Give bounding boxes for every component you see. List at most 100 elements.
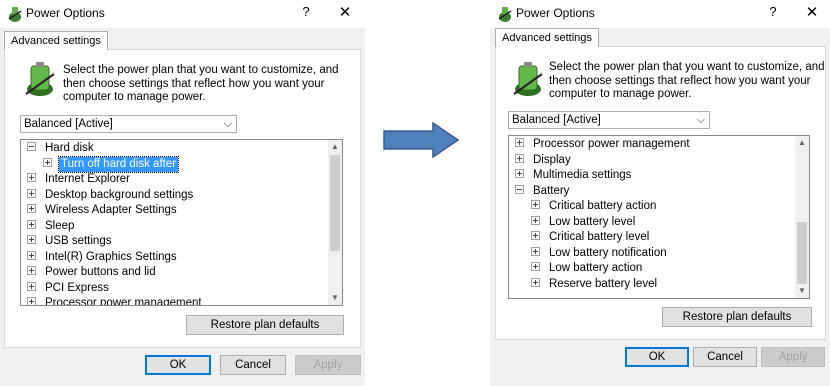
tree-item[interactable]: PCI Express [27, 281, 111, 296]
expand-plus-icon[interactable] [27, 297, 36, 305]
plan-description: Select the power plan that you want to c… [63, 64, 339, 103]
expand-plus-icon[interactable] [515, 169, 524, 179]
close-button[interactable]: ✕ [801, 3, 823, 23]
tree-item-label: Sleep [45, 219, 75, 232]
scroll-up-icon[interactable]: ▲ [328, 140, 342, 154]
expand-plus-icon[interactable] [531, 277, 540, 287]
expand-plus-icon[interactable] [27, 250, 36, 260]
power-plan-battery-icon [513, 62, 543, 96]
tree-item-label: Low battery notification [549, 246, 667, 259]
plan-description: Select the power plan that you want to c… [549, 61, 825, 100]
tree-item[interactable]: Intel(R) Graphics Settings [27, 250, 179, 265]
tree-item[interactable]: Low battery action [531, 261, 644, 276]
expand-plus-icon[interactable] [27, 173, 36, 183]
expand-plus-icon[interactable] [531, 200, 540, 210]
tree-item-label: Critical battery action [549, 200, 657, 212]
power-plan-select[interactable]: Balanced [Active] ⌵ [20, 115, 237, 133]
tree-item-label: Hard disk [45, 142, 94, 154]
tree-item[interactable]: Turn off hard disk after [43, 155, 180, 173]
tab-advanced-settings[interactable]: Advanced settings [4, 31, 108, 50]
power-options-dialog-after: Power Options ? ✕ Advanced settings Sele… [490, 0, 830, 386]
tree-item[interactable]: Sleep [27, 219, 76, 234]
expand-plus-icon[interactable] [27, 281, 36, 291]
tree-item[interactable]: Processor power management [515, 137, 692, 152]
tree-item-label: Low battery action [549, 262, 643, 274]
tree-item[interactable]: Power buttons and lid [27, 265, 158, 280]
tree-item-label: USB settings [45, 235, 112, 247]
scrollbar-thumb[interactable] [330, 155, 340, 251]
power-plan-select-value: Balanced [Active] [24, 118, 113, 130]
tree-item[interactable]: Display [515, 153, 573, 168]
tree-item[interactable]: Critical battery action [531, 199, 658, 214]
tree-item-label: Reserve battery level [549, 277, 658, 290]
scroll-down-icon[interactable]: ▼ [795, 284, 809, 298]
tree-item[interactable]: Desktop background settings [27, 188, 195, 203]
ok-button[interactable]: OK [145, 355, 211, 375]
power-options-dialog-before: Power Options ? ✕ Advanced settings Sele… [0, 0, 365, 386]
power-plan-select[interactable]: Balanced [Active] ⌵ [508, 111, 710, 129]
power-options-icon [8, 7, 22, 22]
help-button[interactable]: ? [297, 4, 315, 22]
tree-item-label: Processor power management [533, 138, 690, 150]
collapse-minus-icon[interactable] [515, 184, 524, 194]
cancel-button[interactable]: Cancel [693, 347, 757, 367]
close-button[interactable]: ✕ [334, 3, 356, 23]
power-plan-battery-icon [25, 62, 55, 96]
tree-item[interactable]: Reserve battery level [531, 277, 659, 292]
ok-button[interactable]: OK [625, 347, 689, 367]
apply-button[interactable]: Apply [761, 347, 825, 367]
collapse-minus-icon[interactable] [27, 142, 36, 152]
expand-plus-icon[interactable] [531, 262, 540, 272]
tree-item-label: Low battery level [549, 215, 636, 228]
power-options-icon [498, 7, 512, 22]
expand-plus-icon[interactable] [531, 215, 540, 225]
tree-item[interactable]: Processor power management [27, 296, 204, 306]
tree-item-label: Power buttons and lid [45, 266, 156, 278]
tree-item-label: Display [533, 153, 571, 166]
tree-item[interactable]: Critical battery level [531, 230, 651, 245]
expand-plus-icon[interactable] [515, 153, 524, 163]
expand-plus-icon[interactable] [27, 266, 36, 276]
scrollbar-thumb[interactable] [797, 222, 807, 284]
expand-plus-icon[interactable] [531, 246, 540, 256]
settings-tree[interactable]: Processor power management PCI Express Pow… [20, 139, 343, 306]
window-title: Power Options [26, 6, 105, 20]
cancel-button[interactable]: Cancel [220, 355, 286, 375]
settings-tree[interactable]: Reserve battery level Low battery action L… [508, 135, 810, 299]
tree-item-label: Wireless Adapter Settings [45, 204, 177, 216]
tree-item[interactable]: Multimedia settings [515, 168, 633, 183]
apply-button[interactable]: Apply [295, 355, 361, 375]
expand-plus-icon[interactable] [27, 235, 36, 245]
tree-item[interactable]: Wireless Adapter Settings [27, 203, 179, 218]
expand-plus-icon[interactable] [43, 157, 52, 167]
help-button[interactable]: ? [764, 4, 782, 22]
tree-item-label: Desktop background settings [45, 188, 194, 201]
title-bar: Power Options ? ✕ [0, 0, 365, 28]
scrollbar[interactable]: ▲ ▼ [795, 136, 809, 298]
tree-item-label: Critical battery level [549, 231, 650, 243]
restore-plan-defaults-button[interactable]: Restore plan defaults [662, 307, 812, 327]
expand-plus-icon[interactable] [515, 138, 524, 148]
tree-item-label: Intel(R) Graphics Settings [45, 250, 177, 263]
tree-item[interactable]: Battery [515, 184, 571, 199]
tree-item-label: PCI Express [45, 281, 109, 294]
tree-item-label: Processor power management [45, 297, 202, 306]
scrollbar[interactable]: ▲ ▼ [328, 140, 342, 305]
expand-plus-icon[interactable] [27, 188, 36, 198]
tree-item-label: Battery [533, 184, 570, 197]
tab-advanced-settings[interactable]: Advanced settings [495, 28, 599, 47]
expand-plus-icon[interactable] [531, 231, 540, 241]
tree-item[interactable]: Internet Explorer [27, 172, 132, 187]
tree-item[interactable]: Low battery level [531, 215, 637, 230]
expand-plus-icon[interactable] [27, 219, 36, 229]
tree-item[interactable]: Hard disk [27, 141, 96, 156]
right-arrow-icon [383, 122, 459, 158]
window-title: Power Options [516, 6, 595, 20]
tree-item[interactable]: USB settings [27, 234, 113, 249]
expand-plus-icon[interactable] [27, 204, 36, 214]
scroll-up-icon[interactable]: ▲ [795, 136, 809, 150]
tree-item[interactable]: Low battery notification [531, 246, 669, 261]
restore-plan-defaults-button[interactable]: Restore plan defaults [186, 315, 344, 335]
scroll-down-icon[interactable]: ▼ [328, 291, 342, 305]
tree-item-label: Turn off hard disk after [57, 155, 180, 173]
